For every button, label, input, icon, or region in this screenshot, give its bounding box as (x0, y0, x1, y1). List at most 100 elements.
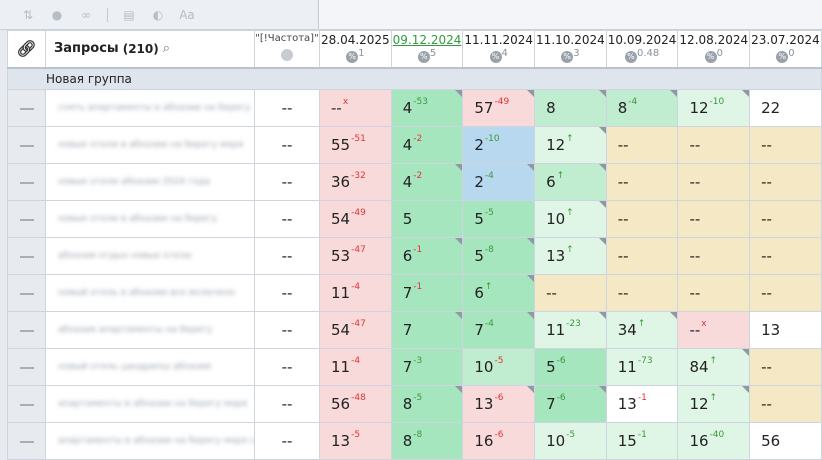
position-cell[interactable]: -- (605, 126, 679, 164)
keyword-cell[interactable]: снять апартаменты в абхазии на берегу (45, 89, 255, 127)
position-cell[interactable]: 13↑ (534, 237, 607, 275)
table-row[interactable]: новые отели в абхазии на берегу -- 54-49 5 5… (7, 200, 822, 238)
row-handle[interactable] (7, 200, 46, 238)
search-icon[interactable]: ⌕ (163, 41, 170, 56)
position-cell[interactable]: 53-47 (319, 237, 392, 275)
keyword-cell[interactable]: новый отель в абхазии все включено (45, 274, 255, 312)
sort-icon[interactable]: ⇅ (20, 7, 36, 23)
date-column-header[interactable]: 12.08.2024% 0 (677, 30, 751, 69)
position-cell[interactable]: 6↑ (534, 163, 607, 201)
position-cell[interactable]: 12↑ (677, 385, 751, 423)
position-cell[interactable]: 56-48 (319, 385, 392, 423)
position-cell[interactable]: 7-6 (534, 385, 607, 423)
position-cell[interactable]: 8-5 (390, 385, 464, 423)
position-cell[interactable]: 55-51 (319, 126, 392, 164)
keyword-cell[interactable]: новые отели в абхазии на берегу (45, 200, 255, 238)
table-row[interactable]: новые отели абхазии 2024 года -- 36-32 4-2 2… (7, 163, 822, 201)
position-cell[interactable]: 8-4 (605, 89, 679, 127)
position-cell[interactable]: 54-49 (319, 200, 392, 238)
row-handle[interactable] (7, 237, 46, 275)
row-handle[interactable] (7, 126, 46, 164)
position-cell[interactable]: -- (677, 200, 751, 238)
keyword-cell[interactable]: абхазия отдых новые отели (45, 237, 255, 275)
link-column-header[interactable]: 🔗︎ (7, 30, 46, 69)
position-cell[interactable]: 34↑ (605, 311, 679, 349)
position-cell[interactable]: -- (749, 274, 822, 312)
position-cell[interactable]: 10-5 (462, 348, 536, 386)
row-handle[interactable] (7, 348, 46, 386)
position-cell[interactable]: -- (749, 163, 822, 201)
position-cell[interactable]: 7-3 (390, 348, 464, 386)
date-label[interactable]: 09.12.2024 (392, 33, 462, 47)
position-cell[interactable]: 12-10 (677, 89, 751, 127)
position-cell[interactable]: -- (749, 200, 822, 238)
position-cell[interactable]: -- (677, 163, 751, 201)
row-handle[interactable] (7, 385, 46, 423)
eye-icon[interactable]: ● (49, 7, 65, 23)
position-cell[interactable]: 5-8 (462, 237, 536, 275)
keyword-cell[interactable]: новые отели абхазии 2024 года (45, 163, 255, 201)
date-column-header[interactable]: 11.10.2024% 3 (534, 30, 607, 69)
table-row[interactable]: апартаменты в абхазии на берегу моря -- 56… (7, 385, 822, 423)
keyword-cell[interactable]: абхазия апартаменты на берегу (45, 311, 255, 349)
position-cell[interactable]: 36-32 (319, 163, 392, 201)
position-cell[interactable]: -- (605, 200, 679, 238)
table-row[interactable]: снять апартаменты в абхазии на берегу -- -… (7, 89, 822, 127)
queries-column-header[interactable]: Запросы (210) ⌕ (45, 30, 255, 69)
position-cell[interactable]: 5 (390, 200, 464, 238)
text-size-icon[interactable]: Aa (179, 7, 195, 23)
position-cell[interactable]: 7-1 (390, 274, 464, 312)
table-row[interactable]: апартаменты в абхазии на берегу моря сня… (7, 422, 822, 460)
table-row[interactable]: абхазия отдых новые отели -- 53-47 6-1 5-8 13… (7, 237, 822, 275)
position-cell[interactable]: 2-10 (462, 126, 536, 164)
position-cell[interactable]: 13 (749, 311, 822, 349)
position-cell[interactable]: 12↑ (534, 126, 607, 164)
position-cell[interactable]: -- (749, 348, 822, 386)
keyword-cell[interactable]: апартаменты в абхазии на берегу моря сня… (45, 422, 255, 460)
row-handle[interactable] (7, 89, 46, 127)
table-row[interactable]: новый отель в абхазии все включено -- 11-4… (7, 274, 822, 312)
position-cell[interactable]: 11-4 (319, 348, 392, 386)
position-cell[interactable]: 56 (749, 422, 822, 460)
position-cell[interactable]: -- (677, 237, 751, 275)
position-cell[interactable]: 4-2 (390, 163, 464, 201)
table-row[interactable]: абхазия апартаменты на берегу -- 54-47 7 7-4… (7, 311, 822, 349)
position-cell[interactable]: 11-4 (319, 274, 392, 312)
position-cell[interactable]: 4-53 (390, 89, 464, 127)
table-icon[interactable]: ▤ (121, 7, 137, 23)
position-cell[interactable]: --x (677, 311, 751, 349)
position-cell[interactable]: 11-23 (534, 311, 607, 349)
position-cell[interactable]: 13-6 (462, 385, 536, 423)
position-cell[interactable]: 6-1 (390, 237, 464, 275)
position-cell[interactable]: 11-73 (605, 348, 679, 386)
table-row[interactable]: новые отели в абхазии на берегу моря -- 55… (7, 126, 822, 164)
position-cell[interactable]: 57-49 (462, 89, 536, 127)
group-row[interactable]: Новая группа (7, 67, 822, 90)
position-cell[interactable]: 13-1 (605, 385, 679, 423)
position-cell[interactable]: -- (605, 163, 679, 201)
position-cell[interactable]: 16-6 (462, 422, 536, 460)
date-column-header[interactable]: 11.11.2024% 4 (462, 30, 536, 69)
position-cell[interactable]: 8 (534, 89, 607, 127)
position-cell[interactable]: 5-5 (462, 200, 536, 238)
row-handle[interactable] (7, 311, 46, 349)
date-column-header[interactable]: 10.09.2024% 0.48 (605, 30, 679, 69)
position-cell[interactable]: 7-4 (462, 311, 536, 349)
date-column-header[interactable]: 23.07.2024% 0 (749, 30, 822, 69)
contrast-icon[interactable]: ◐ (150, 7, 166, 23)
position-cell[interactable]: 15-1 (605, 422, 679, 460)
position-cell[interactable]: 4-2 (390, 126, 464, 164)
position-cell[interactable]: 16-40 (677, 422, 751, 460)
position-cell[interactable]: 10-5 (534, 422, 607, 460)
date-column-header[interactable]: 09.12.2024% 5 (390, 30, 464, 69)
date-column-header[interactable]: 28.04.2025% 1 (319, 30, 392, 69)
row-handle[interactable] (7, 422, 46, 460)
link-icon[interactable]: 🔗︎ (16, 39, 36, 58)
position-cell[interactable]: -- (605, 274, 679, 312)
position-cell[interactable]: -- (677, 274, 751, 312)
position-cell[interactable]: --x (319, 89, 392, 127)
position-cell[interactable]: 6↑ (462, 274, 536, 312)
keyword-cell[interactable]: апартаменты в абхазии на берегу моря (45, 385, 255, 423)
position-cell[interactable]: 54-47 (319, 311, 392, 349)
position-cell[interactable]: -- (677, 126, 751, 164)
